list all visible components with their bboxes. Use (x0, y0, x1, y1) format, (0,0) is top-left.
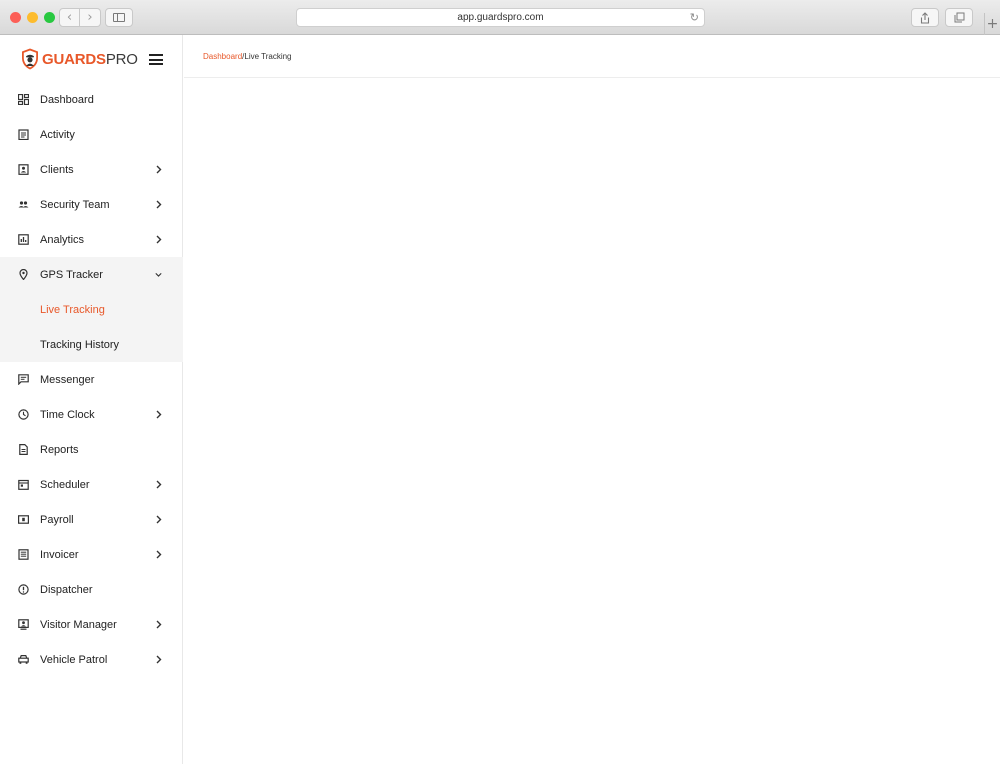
sidebar-item-label: Analytics (40, 233, 85, 246)
chevron-right-icon (156, 515, 162, 524)
sidebar-item-label: Scheduler (40, 478, 90, 491)
sidebar-item-label: Activity (40, 128, 75, 141)
breadcrumb-dashboard-link[interactable]: Dashboard (203, 52, 242, 61)
chevron-right-icon (156, 620, 162, 629)
people-icon (18, 201, 29, 208)
chevron-right-icon (156, 655, 162, 664)
sidebar-item-scheduler[interactable]: Scheduler (0, 467, 183, 502)
browser-toolbar: ‹ › app.guardspro.com ↻ + (0, 0, 1000, 35)
back-icon[interactable]: ‹ (59, 8, 80, 27)
sidebar-item-label: Clients (40, 163, 74, 176)
sidebar-item-invoicer[interactable]: Invoicer (0, 537, 183, 572)
sidebar-subitem-tracking-history[interactable]: Tracking History (0, 327, 183, 362)
sidebar-item-label: Visitor Manager (40, 618, 117, 631)
clipboard-icon (18, 129, 29, 140)
contact-card-icon (18, 164, 29, 175)
document-icon (19, 444, 28, 455)
invoice-icon (18, 549, 29, 560)
visitor-icon (18, 619, 29, 630)
tabs-icon[interactable] (945, 8, 973, 27)
money-icon (18, 515, 29, 524)
sidebar-menu: Dashboard Activity Clients Security Team… (0, 82, 183, 677)
clock-icon (18, 409, 29, 420)
shield-guard-logo-icon (22, 48, 38, 70)
brand-name-rest: PRO (105, 50, 138, 68)
sidebar-item-label: Dashboard (40, 93, 94, 106)
location-pin-icon (19, 269, 28, 280)
forward-icon[interactable]: › (80, 8, 101, 27)
zoom-window-button[interactable] (44, 12, 55, 23)
sidebar-item-label: Reports (40, 443, 79, 456)
close-window-button[interactable] (10, 12, 21, 23)
breadcrumb: Dashboard / Live Tracking (184, 35, 1000, 78)
sidebar-item-messenger[interactable]: Messenger (0, 362, 183, 397)
message-icon (18, 374, 29, 385)
sidebar-item-gps-tracker[interactable]: GPS Tracker (0, 257, 183, 292)
share-icon[interactable] (911, 8, 939, 27)
chevron-right-icon (156, 410, 162, 419)
alert-icon (18, 584, 29, 595)
chevron-right-icon (156, 480, 162, 489)
sidebar-item-label: Time Clock (40, 408, 95, 421)
chevron-right-icon (156, 200, 162, 209)
url-text: app.guardspro.com (457, 12, 544, 23)
history-nav: ‹ › (59, 8, 101, 27)
sidebar-item-payroll[interactable]: Payroll (0, 502, 183, 537)
chevron-down-icon (155, 272, 162, 277)
sidebar-item-clients[interactable]: Clients (0, 152, 183, 187)
dashboard-icon (18, 94, 29, 105)
sidebar-item-dashboard[interactable]: Dashboard (0, 82, 183, 117)
sidebar-subitem-label: Live Tracking (40, 303, 105, 316)
sidebar-item-label: GPS Tracker (40, 268, 103, 281)
sidebar-item-label: Payroll (40, 513, 74, 526)
new-tab-icon[interactable]: + (984, 13, 1000, 35)
sidebar-item-vehicle-patrol[interactable]: Vehicle Patrol (0, 642, 183, 677)
sidebar-item-dispatcher[interactable]: Dispatcher (0, 572, 183, 607)
sidebar-subitem-live-tracking[interactable]: Live Tracking (0, 292, 183, 327)
sidebar-item-reports[interactable]: Reports (0, 432, 183, 467)
brand-name-accent: GUARDS (42, 50, 106, 68)
chevron-right-icon (156, 165, 162, 174)
reload-icon[interactable]: ↻ (690, 11, 699, 24)
gps-tracker-submenu: Live Tracking Tracking History (0, 292, 183, 362)
calendar-icon (18, 479, 29, 490)
minimize-window-button[interactable] (27, 12, 38, 23)
main-content: Dashboard / Live Tracking (184, 35, 1000, 764)
sidebar-item-label: Messenger (40, 373, 95, 386)
car-icon (18, 655, 29, 664)
address-bar[interactable]: app.guardspro.com ↻ (296, 8, 705, 27)
sidebar-item-label: Dispatcher (40, 583, 93, 596)
menu-toggle-icon[interactable] (149, 54, 163, 65)
sidebar-item-security-team[interactable]: Security Team (0, 187, 183, 222)
chevron-right-icon (156, 550, 162, 559)
sidebar: GUARDSPRO Dashboard Activity Clients Sec… (0, 35, 183, 764)
window-controls (10, 12, 55, 23)
chart-icon (18, 234, 29, 245)
sidebar-subitem-label: Tracking History (40, 338, 120, 351)
sidebar-item-label: Invoicer (40, 548, 79, 561)
breadcrumb-current: Live Tracking (244, 51, 292, 61)
sidebar-item-analytics[interactable]: Analytics (0, 222, 183, 257)
brand-logo[interactable]: GUARDSPRO (21, 48, 138, 70)
sidebar-item-time-clock[interactable]: Time Clock (0, 397, 183, 432)
chevron-right-icon (156, 235, 162, 244)
sidebar-item-label: Vehicle Patrol (40, 653, 108, 666)
sidebar-item-label: Security Team (40, 198, 110, 211)
sidebar-item-activity[interactable]: Activity (0, 117, 183, 152)
sidebar-item-visitor-manager[interactable]: Visitor Manager (0, 607, 183, 642)
sidebar-toggle-icon[interactable] (105, 8, 133, 27)
